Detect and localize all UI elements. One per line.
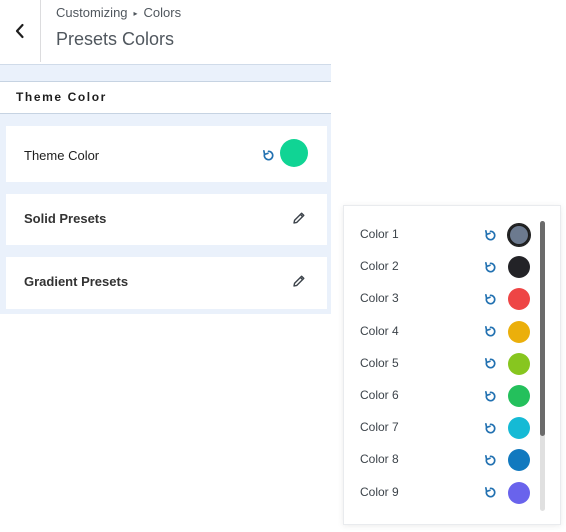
reset-icon[interactable] [483,260,497,274]
preset-color-label: Color 9 [360,484,399,499]
preset-color-swatch[interactable] [508,449,530,472]
preset-color-swatch[interactable] [508,256,530,279]
theme-color-control: Theme Color [6,126,327,182]
preset-color-swatch[interactable] [508,352,530,375]
preset-color-row: Color 9 [344,477,544,509]
preset-color-row: Color 5 [344,348,544,380]
colors-panel: Theme Color Theme Color Solid Presets Gr… [0,64,331,314]
reset-icon[interactable] [483,357,497,371]
breadcrumb-separator: ▸ [133,9,138,18]
preset-color-label: Color 6 [360,388,399,402]
reset-icon[interactable] [483,292,497,306]
scrollbar-thumb[interactable] [540,221,545,436]
preset-color-label: Color 5 [360,355,399,370]
scrollbar[interactable] [540,221,545,511]
preset-color-row: Color 3 [344,283,544,315]
reset-icon[interactable] [483,389,497,403]
page-title: Presets Colors [56,29,175,49]
pencil-icon[interactable] [291,210,307,226]
customizer-header: Customizing ▸ Colors Presets Colors [0,0,331,64]
preset-color-swatch[interactable] [508,288,530,311]
preset-color-label: Color 7 [360,420,399,435]
solid-presets-control[interactable]: Solid Presets [6,194,327,245]
gradient-presets-control[interactable]: Gradient Presets [6,257,327,309]
breadcrumb-parent: Customizing [56,5,128,20]
chevron-left-icon [15,23,24,39]
reset-icon[interactable] [483,486,497,500]
preset-color-row: Color 4 [344,316,544,348]
preset-color-label: Color 1 [360,227,399,241]
reset-icon[interactable] [483,325,497,339]
preset-color-row: Color 7 [344,412,544,444]
preset-color-label: Color 2 [360,259,399,274]
theme-color-swatch[interactable] [280,139,308,167]
gradient-presets-label: Gradient Presets [24,274,129,289]
pencil-icon[interactable] [291,273,307,289]
solid-presets-label: Solid Presets [24,211,107,226]
section-heading-label: Theme Color [16,90,107,104]
preset-color-label: Color 3 [360,291,399,306]
back-button[interactable] [0,0,41,62]
preset-color-row: Color 6 [344,380,544,412]
theme-color-label: Theme Color [24,148,100,163]
breadcrumb-current: Colors [143,5,182,20]
reset-icon[interactable] [483,421,497,435]
reset-icon[interactable] [261,148,275,162]
reset-icon[interactable] [483,453,497,467]
preset-color-swatch[interactable] [508,385,530,407]
preset-color-swatch[interactable] [508,481,530,504]
preset-color-label: Color 4 [360,323,399,338]
preset-color-row: Color 8 [344,444,544,476]
breadcrumb: Customizing ▸ Colors [56,5,181,20]
preset-color-swatch[interactable] [508,320,530,343]
preset-color-swatch[interactable] [508,417,530,440]
reset-icon[interactable] [483,228,497,242]
section-heading: Theme Color [0,81,331,114]
preset-color-swatch[interactable] [508,224,530,246]
preset-color-label: Color 8 [360,452,399,467]
solid-presets-popover: Color 1 Color 2 Color 3 Color 4 Color 5 Color… [343,205,561,525]
preset-color-row: Color 2 [344,251,544,283]
preset-color-row: Color 1 [344,219,544,251]
